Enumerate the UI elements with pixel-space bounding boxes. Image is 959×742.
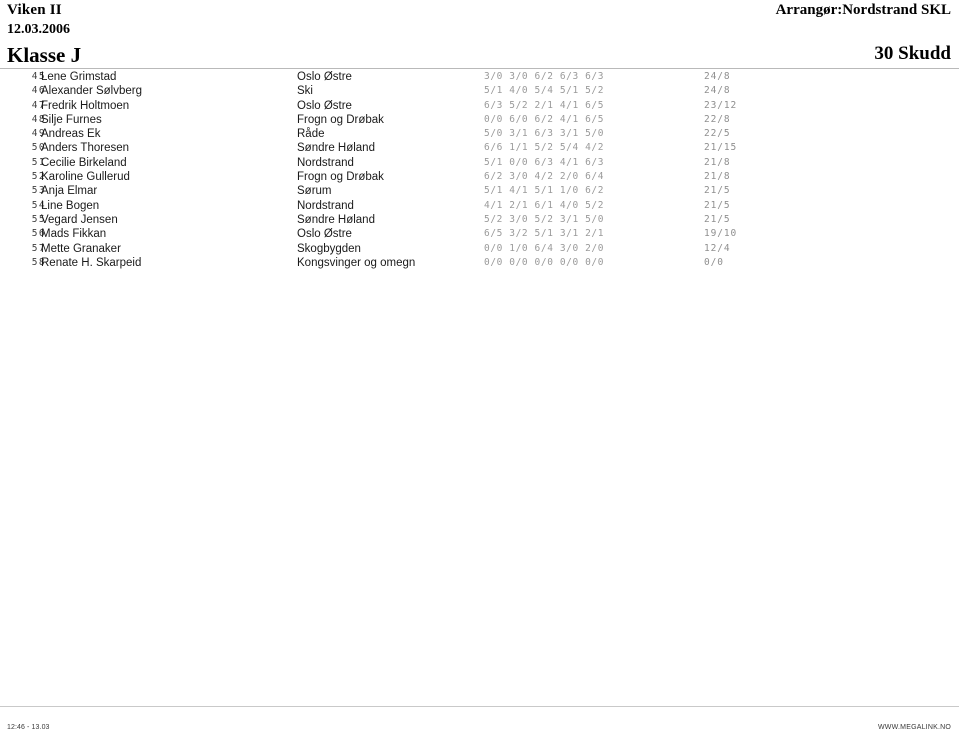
table-row: 53 Anja Elmar Sørum 5/1 4/1 5/1 1/0 6/2 21/5 bbox=[0, 184, 959, 198]
row-series: 4/1 2/1 6/1 4/0 5/2 bbox=[484, 199, 605, 211]
results-page: Viken II 12.03.2006 Klasse J Arrangør:No… bbox=[0, 0, 959, 742]
row-series: 6/2 3/0 4/2 2/0 6/4 bbox=[484, 171, 605, 183]
table-row: 49 Andreas Ek Råde 5/0 3/1 6/3 3/1 5/0 22/5 bbox=[0, 127, 959, 141]
row-name: Silje Furnes bbox=[41, 113, 102, 126]
header-divider bbox=[0, 68, 959, 69]
row-rank: 50 bbox=[31, 142, 46, 154]
table-row: 51 Cecilie Birkeland Nordstrand 5/1 0/0 6/3… bbox=[0, 156, 959, 170]
row-series: 6/5 3/2 5/1 3/1 2/1 bbox=[484, 228, 605, 240]
row-rank: 45 bbox=[31, 71, 46, 82]
row-series: 5/0 3/1 6/3 3/1 5/0 bbox=[484, 128, 605, 140]
row-total: 24/8 bbox=[704, 71, 731, 82]
row-total: 12/4 bbox=[704, 242, 731, 254]
table-row: 56 Mads Fikkan Oslo Østre 6/5 3/2 5/1 3/1 2… bbox=[0, 227, 959, 241]
row-club: Nordstrand bbox=[297, 156, 354, 169]
row-total: 23/12 bbox=[704, 99, 738, 111]
row-rank: 56 bbox=[31, 228, 46, 240]
row-total: 21/15 bbox=[704, 142, 738, 154]
row-series: 0/0 0/0 0/0 0/0 0/0 bbox=[484, 256, 605, 268]
row-series: 5/1 4/1 5/1 1/0 6/2 bbox=[484, 185, 605, 197]
row-name: Andreas Ek bbox=[41, 128, 101, 141]
row-name: Vegard Jensen bbox=[41, 213, 118, 226]
row-total: 21/5 bbox=[704, 199, 731, 211]
row-name: Mads Fikkan bbox=[41, 228, 107, 241]
row-total: 24/8 bbox=[704, 85, 731, 97]
table-row: 54 Line Bogen Nordstrand 4/1 2/1 6/1 4/0 5/… bbox=[0, 199, 959, 213]
row-series: 6/3 5/2 2/1 4/1 6/5 bbox=[484, 99, 605, 111]
row-rank: 53 bbox=[31, 185, 46, 197]
class-title: Klasse J bbox=[7, 43, 82, 67]
row-club: Oslo Østre bbox=[297, 71, 352, 83]
row-club: Råde bbox=[297, 128, 325, 141]
row-series: 3/0 3/0 6/2 6/3 6/3 bbox=[484, 71, 605, 82]
table-row: 50 Anders Thoresen Søndre Høland 6/6 1/1 5/… bbox=[0, 141, 959, 155]
footer-website: WWW.MEGALINK.NO bbox=[878, 724, 951, 731]
row-name: Renate H. Skarpeid bbox=[41, 256, 142, 269]
row-club: Sørum bbox=[297, 185, 332, 198]
row-club: Oslo Østre bbox=[297, 228, 352, 241]
table-row: 46 Alexander Sølvberg Ski 5/1 4/0 5/4 5/1 5… bbox=[0, 84, 959, 98]
event-date: 12.03.2006 bbox=[7, 22, 70, 37]
row-series: 0/0 1/0 6/4 3/0 2/0 bbox=[484, 242, 605, 254]
row-series: 5/1 4/0 5/4 5/1 5/2 bbox=[484, 85, 605, 97]
row-series: 6/6 1/1 5/2 5/4 4/2 bbox=[484, 142, 605, 154]
row-club: Oslo Østre bbox=[297, 99, 352, 112]
row-total: 22/5 bbox=[704, 128, 731, 140]
results-table: 45 Lene Grimstad Oslo Østre 3/0 3/0 6/2 6/3… bbox=[0, 70, 959, 270]
row-name: Alexander Sølvberg bbox=[41, 85, 142, 98]
discipline-label: 30 Skudd bbox=[874, 43, 951, 64]
row-total: 19/10 bbox=[704, 228, 738, 240]
row-club: Søndre Høland bbox=[297, 213, 375, 226]
row-name: Cecilie Birkeland bbox=[41, 156, 127, 169]
header-spacer bbox=[531, 20, 951, 42]
table-row: 48 Silje Furnes Frogn og Drøbak 0/0 6/0 6/2… bbox=[0, 113, 959, 127]
row-total: 21/8 bbox=[704, 156, 731, 168]
row-rank: 58 bbox=[31, 256, 46, 268]
table-row: 58 Renate H. Skarpeid Kongsvinger og omegn… bbox=[0, 256, 959, 270]
row-name: Anders Thoresen bbox=[41, 142, 130, 155]
row-name: Fredrik Holtmoen bbox=[41, 99, 130, 112]
organizer-label: Arrangør:Nordstrand SKL bbox=[775, 2, 951, 18]
table-row: 52 Karoline Gullerud Frogn og Drøbak 6/2 3/… bbox=[0, 170, 959, 184]
header-left-block: Viken II 12.03.2006 Klasse J bbox=[7, 0, 507, 68]
row-rank: 46 bbox=[31, 85, 46, 97]
row-club: Kongsvinger og omegn bbox=[297, 256, 416, 269]
footer-time-range: 12:46 - 13.03 bbox=[7, 724, 50, 731]
row-name: Anja Elmar bbox=[41, 185, 98, 198]
row-total: 21/5 bbox=[704, 185, 731, 197]
row-total: 21/8 bbox=[704, 171, 731, 183]
row-total: 22/8 bbox=[704, 113, 731, 125]
row-club: Skogbygden bbox=[297, 242, 361, 255]
row-rank: 52 bbox=[31, 171, 46, 183]
row-rank: 55 bbox=[31, 213, 46, 225]
row-series: 5/2 3/0 5/2 3/1 5/0 bbox=[484, 213, 605, 225]
row-rank: 51 bbox=[31, 156, 46, 168]
row-rank: 47 bbox=[31, 99, 46, 111]
row-series: 5/1 0/0 6/3 4/1 6/3 bbox=[484, 156, 605, 168]
row-rank: 48 bbox=[31, 113, 46, 125]
row-club: Søndre Høland bbox=[297, 142, 375, 155]
event-title: Viken II bbox=[7, 2, 62, 18]
row-total: 21/5 bbox=[704, 213, 731, 225]
row-name: Mette Granaker bbox=[41, 242, 121, 255]
row-club: Frogn og Drøbak bbox=[297, 171, 384, 184]
row-rank: 57 bbox=[31, 242, 46, 254]
row-name: Line Bogen bbox=[41, 199, 100, 212]
header-right-block: Arrangør:Nordstrand SKL 30 Skudd bbox=[531, 0, 951, 66]
row-club: Frogn og Drøbak bbox=[297, 113, 384, 126]
table-row: 57 Mette Granaker Skogbygden 0/0 1/0 6/4 3/… bbox=[0, 242, 959, 256]
table-row: 55 Vegard Jensen Søndre Høland 5/2 3/0 5/2 … bbox=[0, 213, 959, 227]
row-club: Ski bbox=[297, 85, 313, 98]
row-name: Lene Grimstad bbox=[41, 71, 117, 83]
table-row: 47 Fredrik Holtmoen Oslo Østre 6/3 5/2 2/1 … bbox=[0, 99, 959, 113]
row-name: Karoline Gullerud bbox=[41, 171, 130, 184]
footer-divider bbox=[0, 706, 959, 707]
row-rank: 54 bbox=[31, 199, 46, 211]
row-rank: 49 bbox=[31, 128, 46, 140]
row-club: Nordstrand bbox=[297, 199, 354, 212]
row-total: 0/0 bbox=[704, 256, 724, 268]
row-series: 0/0 6/0 6/2 4/1 6/5 bbox=[484, 113, 605, 125]
table-row: 45 Lene Grimstad Oslo Østre 3/0 3/0 6/2 6/3… bbox=[0, 70, 959, 84]
